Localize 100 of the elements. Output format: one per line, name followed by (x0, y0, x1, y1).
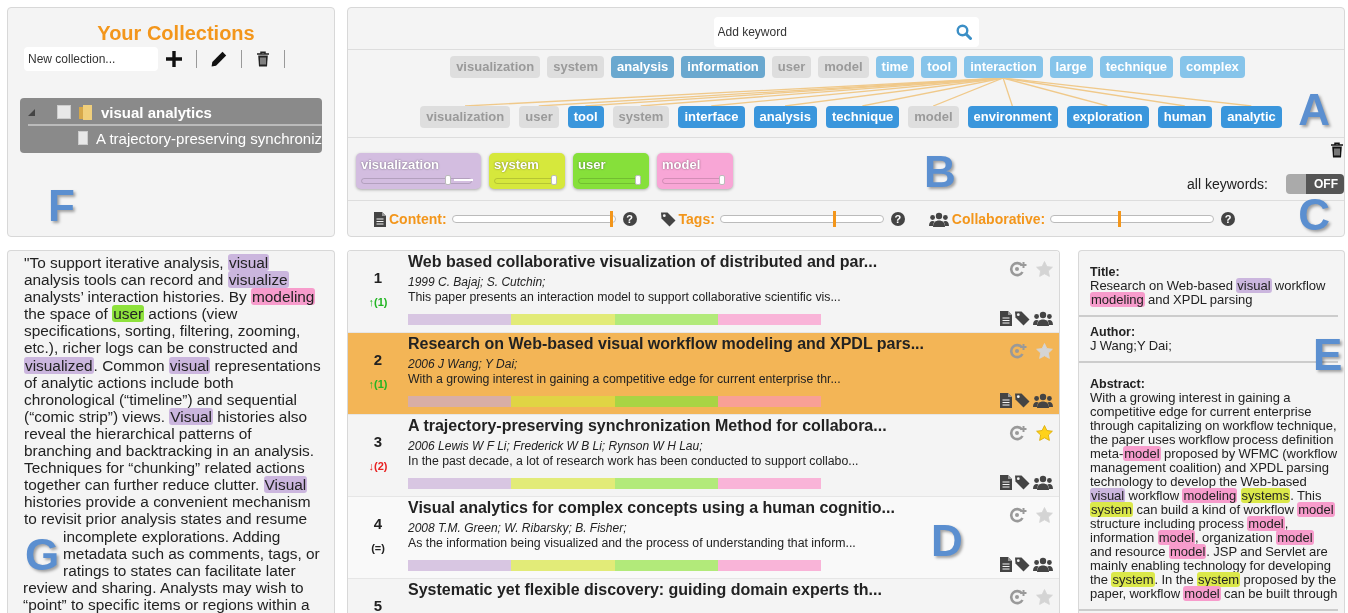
paper-title[interactable]: Visual analytics for complex concepts using a human cognitio... (408, 499, 998, 517)
keyword-tag[interactable]: time (875, 56, 915, 78)
panel-label: D (931, 519, 963, 563)
paper-authors: 2008 T.M. Green; W. Ribarsky; B. Fisher; (408, 521, 628, 535)
document-icon (1000, 393, 1012, 408)
field-value: With a growing interest in gaining a competitive edge for current enterprise through capitalizing on workflow technique, the paper uses workflow process definition meta-model proposed by WFMC (workflow management coalition) and XPDL parsing technology to develop the Web-based visual workflow modeling systems. This system can build a kind of workflow model structure including process model, information model, organization model and resource model. JSP and Servlet are mainly enabling technology for developing the system. In the system proposed by the paper, workflow model can be built through (1090, 391, 1338, 601)
result-row[interactable]: 2 ↑(1) Research on Web-based visual workflow modeling and XPDL pars... 2006 J Wang; Y Dai; With a growing interest in gaining a competitive edge for current enterprise thr... (348, 333, 1059, 415)
tree-item[interactable]: A trajectory-preserving synchroniz (96, 129, 322, 147)
document-icon (1000, 475, 1012, 490)
keyword-tag[interactable]: user (771, 56, 812, 78)
trash-icon[interactable] (1330, 142, 1344, 158)
paper-title[interactable]: A trajectory-preserving synchronization Method for collabora... (408, 417, 998, 435)
keyword-tag[interactable]: interface (678, 106, 745, 128)
plus-icon[interactable] (166, 51, 182, 67)
keyword-tag[interactable]: tool (921, 56, 958, 78)
checkbox[interactable] (78, 131, 89, 145)
weight-label: Collaborative: (951, 211, 1046, 227)
field-label: Title: (1090, 265, 1121, 279)
keyword-tag[interactable]: complex (1180, 56, 1245, 78)
add-to-collection-icon[interactable] (1009, 261, 1028, 277)
keyword-filter-chip[interactable]: model (657, 153, 733, 189)
paper-title[interactable]: Research on Web-based visual workflow modeling and XPDL pars... (408, 335, 998, 353)
keyword-tag[interactable]: visualization (420, 106, 511, 128)
keyword-tag[interactable]: human (1157, 106, 1213, 128)
star-icon[interactable] (1036, 425, 1053, 441)
paper-title[interactable]: Systematic yet flexible discovery: guiding domain experts th... (408, 581, 998, 599)
paper-title[interactable]: Web based collaborative visualization of distributed and par... (408, 253, 998, 271)
tag-icon (1015, 557, 1030, 572)
rank-change: ↓(2) (368, 460, 388, 472)
keyword-tag[interactable]: tool (567, 106, 604, 128)
add-to-collection-icon[interactable] (1009, 507, 1028, 523)
keyword-tag[interactable]: technique (825, 106, 900, 128)
star-icon[interactable] (1036, 507, 1053, 523)
expander-icon[interactable] (28, 108, 35, 116)
keyword-tag[interactable]: model (818, 56, 869, 78)
keyword-filter-chip[interactable]: visualization (356, 153, 481, 189)
paper-snippet: With a growing interest in gaining a competitive edge for current enterprise thr... (408, 372, 842, 386)
paper-snippet: In the past decade, a lot of research work has been conducted to support collabo... (408, 454, 860, 468)
panel-label: G (25, 533, 60, 577)
tag-icon (660, 211, 676, 227)
rank-change: (=) (371, 542, 385, 554)
keyword-tag[interactable]: large (1049, 56, 1093, 78)
field-value: J Wang;Y Dai; (1090, 339, 1173, 353)
paper-snippet: As the information being visualized and the process of understanding that inform... (408, 536, 857, 550)
keyword-tag[interactable]: exploration (1066, 106, 1149, 128)
pencil-icon[interactable] (211, 51, 227, 67)
paper-authors: 2006 Lewis W F Li; Frederick W B Li; Rynson W H Lau; (408, 439, 704, 453)
tag-icon (1015, 475, 1030, 490)
add-to-collection-icon[interactable] (1009, 425, 1028, 441)
keyword-tag[interactable]: analytic (1221, 106, 1282, 128)
result-row[interactable] (348, 415, 1059, 497)
help-button[interactable]: ? (622, 212, 637, 226)
rank-change: ↑(1) (368, 296, 388, 308)
keyword-tag[interactable]: system (612, 106, 670, 128)
panel-label: C (1298, 193, 1330, 236)
help-button[interactable]: ? (1221, 212, 1236, 226)
people-icon (1033, 311, 1053, 326)
tree-item[interactable]: visual analytics (101, 103, 212, 121)
star-icon[interactable] (1036, 261, 1053, 277)
toggle-switch[interactable]: OFF (1286, 174, 1344, 194)
keyword-tag[interactable]: information (681, 56, 765, 78)
star-icon[interactable] (1036, 589, 1053, 605)
weight-label: Tags: (678, 211, 715, 227)
keyword-tag[interactable]: analysis (611, 56, 675, 78)
search-icon[interactable] (955, 23, 972, 40)
result-row[interactable]: 5 Systematic yet flexible discovery: guiding domain experts th... (348, 579, 1059, 613)
keyword-tag[interactable]: user (519, 106, 559, 128)
people-icon (1033, 393, 1053, 408)
document-icon (1000, 557, 1012, 572)
rank-change: ↑(1) (368, 378, 388, 390)
field-label: Author: (1090, 325, 1137, 339)
rank-number: 5 (373, 597, 383, 613)
panel-title: Your Collections (96, 22, 256, 45)
checkbox[interactable] (57, 105, 71, 119)
document-icon (1000, 311, 1012, 326)
keyword-search-field[interactable]: Add keyword (713, 16, 979, 47)
rank-number: 4 (373, 515, 383, 532)
result-row[interactable]: 1 ↑(1) Web based collaborative visualization of distributed and par... 1999 C. Bajaj; S. Cutchin; This paper presents an interaction model to support collaborative scientific vis... (348, 251, 1059, 333)
help-button[interactable]: ? (890, 212, 905, 226)
keyword-filter-chip[interactable]: user (573, 153, 649, 189)
panel-label: A (1298, 88, 1330, 132)
collection-name-field[interactable]: New collection... (24, 47, 158, 71)
keyword-tag[interactable]: interaction (964, 56, 1043, 78)
people-icon (1033, 557, 1053, 572)
people-icon (1033, 475, 1053, 490)
keyword-tag[interactable]: system (547, 56, 604, 78)
panel-label: B (924, 150, 956, 194)
keyword-tag[interactable]: model (908, 106, 959, 128)
folder-icon (79, 104, 93, 120)
panel-label: F (48, 184, 75, 228)
keyword-tag[interactable]: technique (1099, 56, 1174, 78)
trash-icon[interactable] (256, 51, 270, 67)
keyword-tag[interactable]: analysis (753, 106, 817, 128)
add-to-collection-icon[interactable] (1009, 343, 1028, 359)
people-icon (928, 211, 949, 227)
add-to-collection-icon[interactable] (1009, 589, 1028, 605)
star-icon[interactable] (1036, 343, 1053, 359)
keyword-tag[interactable]: environment (967, 106, 1058, 128)
rank-number: 1 (373, 269, 383, 286)
keyword-tag[interactable]: visualization (450, 56, 541, 78)
